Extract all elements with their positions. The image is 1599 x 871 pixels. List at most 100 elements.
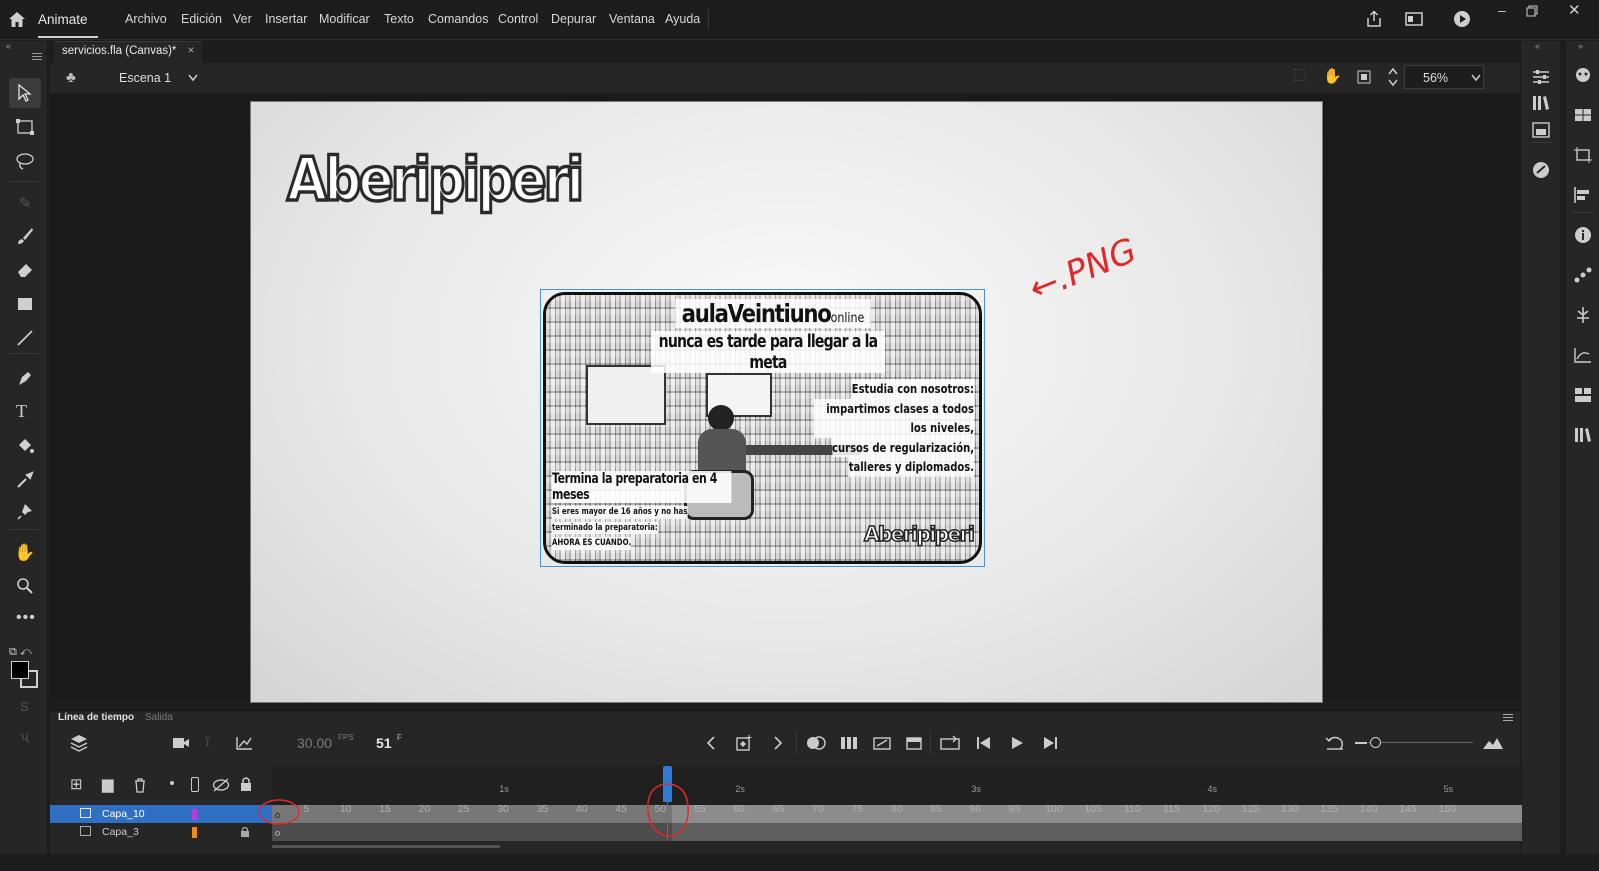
- frame-ruler[interactable]: [272, 765, 1522, 805]
- layer-name[interactable]: Capa_3: [102, 826, 139, 838]
- test-movie-icon[interactable]: [1453, 10, 1471, 28]
- align-icon[interactable]: [1573, 186, 1593, 204]
- zoom-icon[interactable]: [16, 577, 34, 595]
- timeline-menu-icon[interactable]: [1503, 714, 1513, 715]
- highlight-layer-icon[interactable]: [170, 781, 174, 785]
- menu-edicion[interactable]: Edición: [181, 12, 222, 26]
- camera-icon[interactable]: [172, 736, 190, 750]
- reset-zoom-icon[interactable]: [1325, 735, 1345, 751]
- stroke-color-swatch[interactable]: [11, 661, 29, 679]
- motion-editor-icon[interactable]: [1573, 346, 1593, 364]
- next-keyframe-icon[interactable]: [772, 736, 784, 750]
- zoom-dropdown-icon[interactable]: [1471, 74, 1481, 82]
- collapse-icon[interactable]: »: [1578, 41, 1583, 51]
- timeline-zoom-slider[interactable]: [1368, 742, 1473, 743]
- menu-archivo[interactable]: Archivo: [125, 12, 167, 26]
- app-name[interactable]: Animate: [38, 12, 88, 27]
- layer-color[interactable]: [192, 827, 197, 838]
- layers-icon[interactable]: [70, 734, 88, 752]
- layer-color[interactable]: [192, 809, 197, 820]
- selection-tool-icon[interactable]: [16, 84, 34, 102]
- menu-comandos[interactable]: Comandos: [428, 12, 488, 26]
- bone-tool-icon[interactable]: [1573, 306, 1593, 324]
- line-icon[interactable]: [16, 329, 34, 347]
- paint-bucket-icon[interactable]: [16, 437, 34, 455]
- motion-path-icon[interactable]: [1573, 266, 1593, 284]
- scene-dropdown-icon[interactable]: [188, 74, 198, 82]
- play-icon[interactable]: [1010, 736, 1024, 750]
- stage-logo-text[interactable]: Aberipiperi: [285, 144, 585, 216]
- collapse-icon[interactable]: «: [6, 41, 11, 51]
- menu-control[interactable]: Control: [498, 12, 538, 26]
- menu-depurar[interactable]: Depurar: [551, 12, 596, 26]
- keyframe-empty[interactable]: [275, 831, 280, 836]
- new-folder-icon[interactable]: ▆: [102, 775, 114, 793]
- pencil-icon[interactable]: ✎: [13, 194, 37, 212]
- zoom-stepper-icon[interactable]: [1388, 67, 1398, 87]
- edit-multiple-frames-icon[interactable]: [840, 735, 858, 751]
- ad-image[interactable]: aulaVeintiunoonline nunca es tarde para …: [543, 292, 982, 564]
- prev-keyframe-icon[interactable]: [705, 736, 717, 750]
- components-icon[interactable]: [1573, 106, 1593, 124]
- hide-all-icon[interactable]: [212, 778, 230, 792]
- collapse-icon[interactable]: «: [1535, 41, 1540, 51]
- current-frame[interactable]: 51: [376, 735, 392, 751]
- info-icon[interactable]: [1573, 226, 1593, 244]
- free-transform-icon[interactable]: [15, 118, 35, 136]
- layer-name[interactable]: Capa_10: [102, 808, 145, 820]
- assets-icon[interactable]: [1531, 121, 1551, 139]
- minimize-icon[interactable]: –: [1498, 2, 1506, 18]
- properties-icon[interactable]: [1531, 68, 1551, 86]
- delete-layer-icon[interactable]: [133, 777, 147, 793]
- document-tab[interactable]: servicios.fla (Canvas)* ×: [54, 41, 203, 63]
- motion-presets-icon[interactable]: [1532, 161, 1550, 179]
- menu-ayuda[interactable]: Ayuda: [665, 12, 700, 26]
- swap-colors-icon[interactable]: ⧉ ↶: [9, 646, 32, 659]
- parenting-icon[interactable]: ⟟: [205, 733, 210, 750]
- transform-icon[interactable]: [1573, 146, 1593, 164]
- layer-row-capa-10[interactable]: Capa_10: [50, 805, 272, 823]
- create-tween-icon[interactable]: [873, 735, 891, 751]
- timeline-scrollbar[interactable]: [272, 845, 500, 848]
- layer-lock-icon[interactable]: [240, 826, 250, 838]
- close-icon[interactable]: ✕: [1568, 1, 1581, 19]
- hand-icon[interactable]: ✋: [13, 543, 37, 563]
- zoom-in-icon[interactable]: [1482, 736, 1504, 750]
- character-icon[interactable]: [1573, 66, 1593, 84]
- stage-canvas[interactable]: Aberipiperi ←.PNG aulaVeintiunoonline nu…: [250, 101, 1323, 703]
- menu-ver[interactable]: Ver: [233, 12, 252, 26]
- loop-icon[interactable]: [940, 735, 960, 751]
- onion-skin-icon[interactable]: [806, 735, 826, 751]
- zoom-field[interactable]: 56%: [1404, 65, 1484, 89]
- pen-icon[interactable]: [16, 369, 34, 387]
- center-stage-icon[interactable]: ✋: [1323, 67, 1342, 85]
- menu-insertar[interactable]: Insertar: [265, 12, 307, 26]
- timeline-zoom-handle[interactable]: [1370, 737, 1381, 748]
- smooth-icon[interactable]: ʯ: [20, 729, 28, 743]
- scene-symbol-icon[interactable]: ♣: [66, 69, 76, 86]
- clip-icon[interactable]: [1294, 69, 1306, 81]
- eraser-icon[interactable]: [16, 261, 34, 279]
- scene-name[interactable]: Escena 1: [119, 71, 171, 85]
- pin-icon[interactable]: [16, 503, 34, 521]
- menu-modificar[interactable]: Modificar: [319, 12, 370, 26]
- step-forward-icon[interactable]: [1042, 736, 1058, 750]
- menu-texto[interactable]: Texto: [384, 12, 414, 26]
- outline-icon[interactable]: [191, 777, 199, 792]
- eyedropper-icon[interactable]: [16, 471, 34, 489]
- restore-icon[interactable]: [1526, 5, 1538, 17]
- insert-keyframe-icon[interactable]: [735, 734, 753, 752]
- text-tool-icon[interactable]: T: [16, 401, 27, 422]
- blank-keyframe-icon[interactable]: [905, 735, 923, 751]
- tab-close-icon[interactable]: ×: [188, 45, 195, 57]
- tab-timeline[interactable]: Línea de tiempo: [58, 710, 134, 727]
- snap-icon[interactable]: S: [20, 699, 29, 714]
- layer-row-capa-3[interactable]: Capa_3: [50, 823, 272, 841]
- graph-icon[interactable]: [235, 735, 253, 751]
- brush-icon[interactable]: [16, 227, 34, 245]
- lock-all-icon[interactable]: [239, 776, 253, 792]
- rectangle-icon[interactable]: [16, 295, 34, 313]
- fit-stage-icon[interactable]: [1356, 69, 1372, 85]
- fps-value[interactable]: 30.00: [297, 735, 332, 751]
- zoom-out-icon[interactable]: [1355, 742, 1367, 744]
